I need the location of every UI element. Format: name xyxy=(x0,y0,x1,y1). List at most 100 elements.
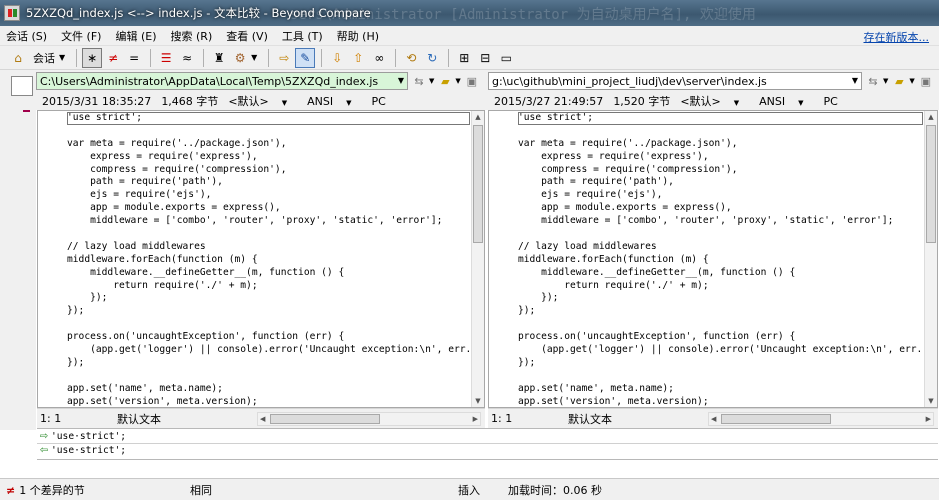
left-history-dropdown-icon[interactable]: ▼ xyxy=(429,77,434,85)
code-line[interactable]: express = require('express'), xyxy=(518,151,923,164)
menu-search[interactable]: 搜索 (R) xyxy=(171,28,213,44)
code-line[interactable]: return require('./' + m); xyxy=(518,280,923,293)
left-line-ending[interactable]: PC xyxy=(372,95,386,108)
code-line[interactable]: app = module.exports = express(), xyxy=(518,202,923,215)
code-line[interactable]: process.on('uncaughtException', function… xyxy=(67,331,470,344)
code-line[interactable]: return require('./' + m); xyxy=(67,280,470,293)
session-dropdown-icon[interactable]: ▼ xyxy=(59,53,65,62)
left-format-select[interactable]: <默认> ▼ xyxy=(228,93,297,109)
code-line[interactable]: app = module.exports = express(), xyxy=(67,202,470,215)
scroll-right-icon[interactable]: ▶ xyxy=(473,413,478,425)
code-line[interactable]: 'use strict'; xyxy=(518,112,923,125)
left-format-dropdown-icon[interactable]: ▼ xyxy=(282,99,287,107)
code-line[interactable]: }); xyxy=(67,357,470,370)
code-line[interactable]: // lazy load middlewares xyxy=(518,241,923,254)
format-icon[interactable]: ⚙ xyxy=(230,48,250,68)
right-path-dropdown-icon[interactable]: ▼ xyxy=(852,76,858,85)
format-dropdown-icon[interactable]: ▼ xyxy=(251,53,257,62)
right-history-dropdown-icon[interactable]: ▼ xyxy=(883,77,888,85)
right-format-select[interactable]: <默认> ▼ xyxy=(680,93,749,109)
code-line[interactable]: app.set('version', meta.version); xyxy=(518,396,923,407)
next-difference-icon[interactable]: ⇩ xyxy=(327,48,347,68)
left-encoding-select[interactable]: ANSI ▼ xyxy=(307,95,361,108)
left-code-text[interactable]: 'use strict'; var meta = require('../pac… xyxy=(67,112,470,407)
code-line[interactable]: app.set('name', meta.name); xyxy=(518,383,923,396)
code-line[interactable]: }); xyxy=(518,292,923,305)
left-history-icon[interactable]: ⇆ xyxy=(410,72,428,90)
copy-to-right-icon[interactable]: ⇨ xyxy=(274,48,294,68)
code-line[interactable]: }); xyxy=(67,292,470,305)
left-horizontal-scrollbar[interactable]: ◀ ▶ xyxy=(257,411,481,426)
code-line[interactable]: middleware.forEach(function (m) { xyxy=(67,254,470,267)
right-format-dropdown-icon[interactable]: ▼ xyxy=(734,99,739,107)
line-detail-pane[interactable]: ⇨ 'use·strict'; ⇦ 'use·strict'; xyxy=(37,428,938,460)
code-line[interactable] xyxy=(67,125,470,138)
code-line[interactable]: ejs = require('ejs'), xyxy=(518,189,923,202)
menu-session[interactable]: 会话 (S) xyxy=(6,28,47,44)
code-line[interactable]: middleware.forEach(function (m) { xyxy=(518,254,923,267)
refresh-icon[interactable]: ↻ xyxy=(422,48,442,68)
find-binoculars-icon[interactable]: ∞ xyxy=(369,48,389,68)
show-same-icon[interactable]: = xyxy=(124,48,144,68)
code-line[interactable]: 'use strict'; xyxy=(67,112,470,125)
left-open-folder-icon[interactable]: ▰ xyxy=(436,72,454,90)
menu-tools[interactable]: 工具 (T) xyxy=(282,28,323,44)
code-line[interactable]: app.set('version', meta.version); xyxy=(67,396,470,407)
scroll-right-icon[interactable]: ▶ xyxy=(926,413,931,425)
code-line[interactable]: middleware.__defineGetter__(m, function … xyxy=(67,267,470,280)
code-line[interactable]: middleware = ['combo', 'router', 'proxy'… xyxy=(67,215,470,228)
minimize-pane-icon[interactable]: ▭ xyxy=(496,48,516,68)
right-encoding-select[interactable]: ANSI ▼ xyxy=(759,95,813,108)
new-version-link[interactable]: 存在新版本... xyxy=(864,29,930,45)
code-line[interactable]: app.set('name', meta.name); xyxy=(67,383,470,396)
code-line[interactable] xyxy=(518,318,923,331)
scroll-up-icon[interactable]: ▲ xyxy=(925,111,937,123)
left-hscroll-thumb[interactable] xyxy=(270,413,380,424)
right-horizontal-scrollbar[interactable]: ◀ ▶ xyxy=(708,411,934,426)
code-line[interactable]: }); xyxy=(518,357,923,370)
code-line[interactable]: compress = require('compression'), xyxy=(67,164,470,177)
menu-view[interactable]: 查看 (V) xyxy=(226,28,268,44)
scroll-down-icon[interactable]: ▼ xyxy=(925,395,937,407)
code-line[interactable]: var meta = require('../package.json'), xyxy=(518,138,923,151)
code-line[interactable]: compress = require('compression'), xyxy=(518,164,923,177)
code-line[interactable]: path = require('path'), xyxy=(518,176,923,189)
show-all-icon[interactable]: ∗ xyxy=(82,47,103,68)
right-open-dropdown-icon[interactable]: ▼ xyxy=(909,77,914,85)
code-line[interactable]: }); xyxy=(518,305,923,318)
collapse-icon[interactable]: ⊟ xyxy=(475,48,495,68)
code-line[interactable]: middleware = ['combo', 'router', 'proxy'… xyxy=(518,215,923,228)
code-line[interactable]: process.on('uncaughtException', function… xyxy=(518,331,923,344)
code-line[interactable]: express = require('express'), xyxy=(67,151,470,164)
scroll-left-icon[interactable]: ◀ xyxy=(711,413,716,425)
left-scroll-thumb[interactable] xyxy=(473,125,483,243)
code-line[interactable]: }); xyxy=(67,305,470,318)
rules-icon[interactable]: ♜ xyxy=(209,48,229,68)
right-save-icon[interactable]: ▣ xyxy=(917,72,935,90)
code-line[interactable]: path = require('path'), xyxy=(67,176,470,189)
code-line[interactable] xyxy=(518,370,923,383)
left-save-icon[interactable]: ▣ xyxy=(463,72,481,90)
code-line[interactable] xyxy=(518,228,923,241)
menu-file[interactable]: 文件 (F) xyxy=(61,28,101,44)
menu-help[interactable]: 帮助 (H) xyxy=(337,28,379,44)
code-line[interactable]: ejs = require('ejs'), xyxy=(67,189,470,202)
right-hscroll-thumb[interactable] xyxy=(721,413,831,424)
show-differences-icon[interactable]: ≠ xyxy=(103,48,123,68)
code-line[interactable]: var meta = require('../package.json'), xyxy=(67,138,470,151)
left-path-field[interactable]: C:\Users\Administrator\AppData\Local\Tem… xyxy=(36,72,408,90)
code-line[interactable]: (app.get('logger') || console).error('Un… xyxy=(67,344,470,357)
menu-edit[interactable]: 编辑 (E) xyxy=(115,28,156,44)
left-vertical-scrollbar[interactable]: ▲ ▼ xyxy=(471,111,484,407)
session-button-label[interactable]: 会话 xyxy=(33,50,55,66)
right-path-field[interactable]: g:\uc\github\mini_project_liudj\dev\serv… xyxy=(488,72,862,90)
right-history-icon[interactable]: ⇆ xyxy=(864,72,882,90)
right-code-text[interactable]: 'use strict'; var meta = require('../pac… xyxy=(518,112,923,407)
right-open-folder-icon[interactable]: ▰ xyxy=(890,72,908,90)
code-line[interactable]: middleware.__defineGetter__(m, function … xyxy=(518,267,923,280)
swap-sides-icon[interactable]: ⟲ xyxy=(401,48,421,68)
right-vertical-scrollbar[interactable]: ▲ ▼ xyxy=(924,111,937,407)
right-line-ending[interactable]: PC xyxy=(824,95,838,108)
right-editor-pane[interactable]: 'use strict'; var meta = require('../pac… xyxy=(488,110,938,408)
scroll-left-icon[interactable]: ◀ xyxy=(260,413,265,425)
